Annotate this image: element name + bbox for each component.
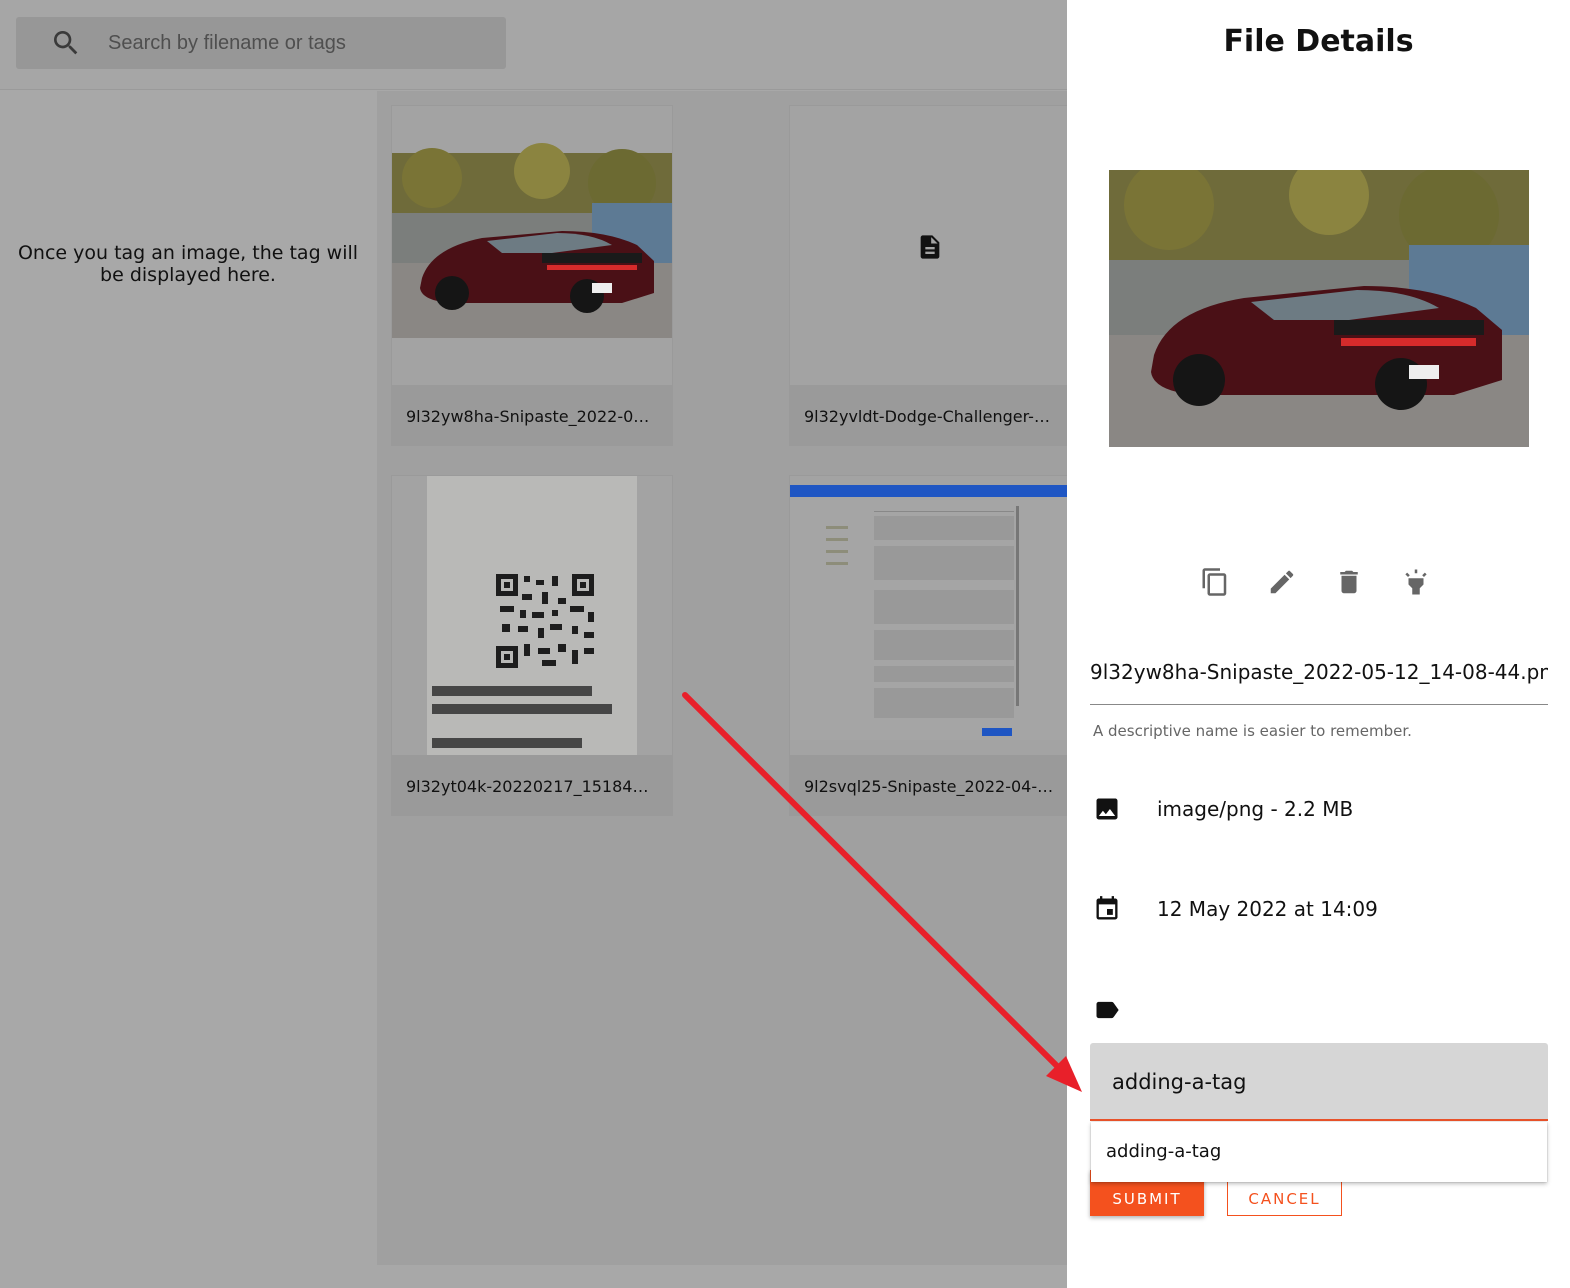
filename-field[interactable]: 9l32yw8ha-Snipaste_2022-05-12_14-08-44.p… xyxy=(1090,660,1548,705)
file-card[interactable]: 9l2svql25-Snipaste_2022-04-12… xyxy=(789,475,1067,816)
tag-suggestion-option[interactable]: adding-a-tag xyxy=(1106,1141,1221,1162)
file-name-caption: 9l32yt04k-20220217_151845.jpg xyxy=(392,755,672,815)
highlight-icon[interactable] xyxy=(1400,566,1432,598)
tags-empty-message: Once you tag an image, the tag will be d… xyxy=(0,242,376,286)
image-icon xyxy=(1093,795,1121,823)
file-preview-image xyxy=(1109,170,1529,447)
tags-empty-message-line: Once you tag an image, the tag will xyxy=(17,242,359,264)
file-actions xyxy=(1199,566,1432,598)
search-bar[interactable] xyxy=(16,17,506,69)
file-name-caption: 9l32yw8ha-Snipaste_2022-05-1… xyxy=(392,385,672,445)
file-card[interactable]: 9l32yt04k-20220217_151845.jpg xyxy=(391,475,673,816)
file-thumbnail xyxy=(392,106,672,385)
tag-input[interactable] xyxy=(1112,1062,1532,1102)
file-date-row: 12 May 2022 at 14:09 xyxy=(1093,895,1378,923)
file-gallery: 9l32yw8ha-Snipaste_2022-05-1… 9l32yvldt-… xyxy=(377,91,1067,1265)
file-card[interactable]: 9l32yvldt-Dodge-Challenger-SR… xyxy=(789,105,1067,446)
file-name-caption: 9l2svql25-Snipaste_2022-04-12… xyxy=(790,755,1067,815)
tags-panel: Once you tag an image, the tag will be d… xyxy=(0,91,376,1288)
file-thumbnail xyxy=(790,106,1067,385)
calendar-icon xyxy=(1093,895,1121,923)
filename-hint: A descriptive name is easier to remember… xyxy=(1093,722,1412,740)
tag-suggestion-dropdown[interactable]: adding-a-tag xyxy=(1091,1122,1547,1182)
delete-icon[interactable] xyxy=(1333,566,1365,598)
tags-row xyxy=(1093,996,1121,1024)
file-thumbnail xyxy=(790,476,1067,755)
file-type-row: image/png - 2.2 MB xyxy=(1093,795,1353,823)
file-details-drawer: File Details 9l32yw8ha-Snipaste_2022-05-… xyxy=(1067,0,1570,1288)
document-icon xyxy=(916,232,944,266)
search-icon xyxy=(50,27,82,59)
top-bar xyxy=(0,0,1067,90)
tags-empty-message-line: be displayed here. xyxy=(100,264,276,286)
drawer-title: File Details xyxy=(1223,24,1414,59)
search-input[interactable] xyxy=(108,23,488,63)
tag-icon xyxy=(1093,996,1121,1024)
tag-input-container[interactable] xyxy=(1090,1043,1548,1121)
file-type-text: image/png - 2.2 MB xyxy=(1157,797,1354,821)
file-card[interactable]: 9l32yw8ha-Snipaste_2022-05-1… xyxy=(391,105,673,446)
file-date-text: 12 May 2022 at 14:09 xyxy=(1157,897,1378,921)
edit-icon[interactable] xyxy=(1266,566,1298,598)
copy-icon[interactable] xyxy=(1199,566,1231,598)
file-name-caption: 9l32yvldt-Dodge-Challenger-SR… xyxy=(790,385,1067,445)
file-thumbnail xyxy=(392,476,672,755)
